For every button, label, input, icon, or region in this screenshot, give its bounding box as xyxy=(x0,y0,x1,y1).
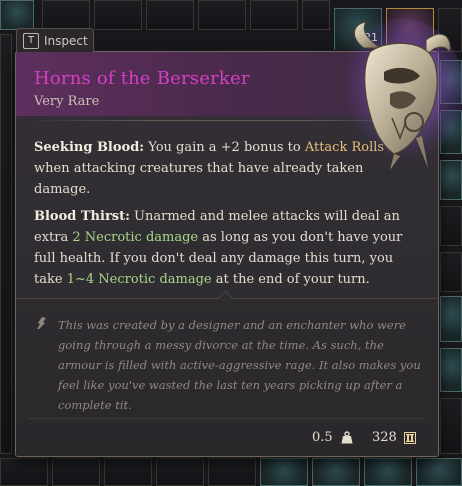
inventory-slot[interactable] xyxy=(42,0,90,30)
inventory-slot[interactable] xyxy=(94,0,142,30)
inventory-slot[interactable] xyxy=(416,458,462,486)
inventory-slot[interactable] xyxy=(198,0,246,30)
ability-name: Blood Thirst: xyxy=(34,209,130,224)
ability-text: You gain a +2 bonus to xyxy=(144,140,305,155)
gold-value: 328 xyxy=(372,430,397,445)
inventory-slot[interactable] xyxy=(0,0,34,30)
ability-text: when attacking creatures that have alrea… xyxy=(34,161,364,197)
item-name: Horns of the Berserker xyxy=(34,68,250,89)
inventory-slot[interactable] xyxy=(312,458,360,486)
inspect-tab[interactable]: T Inspect xyxy=(16,28,94,52)
weight-value: 0.5 xyxy=(312,430,333,445)
inventory-slot[interactable] xyxy=(364,458,412,486)
inventory-slot[interactable] xyxy=(440,398,462,454)
inventory-slot[interactable] xyxy=(208,458,256,486)
inventory-slot[interactable] xyxy=(440,348,462,392)
inventory-slot[interactable] xyxy=(260,458,308,486)
inventory-slot[interactable] xyxy=(0,458,48,486)
quill-icon xyxy=(37,317,46,329)
ability-text: at the end of your turn. xyxy=(211,272,370,287)
inventory-slot[interactable] xyxy=(146,0,194,30)
ability-damage[interactable]: 1~4 Necrotic damage xyxy=(67,272,212,287)
horned-helmet-icon xyxy=(340,18,462,170)
ability-damage[interactable]: 2 Necrotic damage xyxy=(72,230,198,245)
inspect-label: Inspect xyxy=(44,33,88,48)
inventory-slot[interactable] xyxy=(440,252,462,292)
gold-coin-icon xyxy=(404,432,416,444)
item-rarity: Very Rare xyxy=(34,94,100,109)
inventory-slot[interactable] xyxy=(0,34,12,454)
lore-text: This was created by a designer and an en… xyxy=(58,318,421,412)
ability-name: Seeking Blood: xyxy=(34,140,145,155)
inventory-slot[interactable] xyxy=(250,0,298,30)
inventory-slot[interactable] xyxy=(302,0,330,30)
weight-icon xyxy=(341,431,353,444)
footer-divider xyxy=(28,418,426,419)
inventory-slot[interactable] xyxy=(104,458,152,486)
inventory-slot[interactable] xyxy=(156,458,204,486)
inspect-hotkey: T xyxy=(23,32,39,49)
inventory-slot[interactable] xyxy=(440,206,462,246)
inventory-slot[interactable] xyxy=(52,458,100,486)
inventory-slot[interactable] xyxy=(440,296,462,342)
ability-blood-thirst: Blood Thirst: Unarmed and melee attacks … xyxy=(34,206,409,290)
